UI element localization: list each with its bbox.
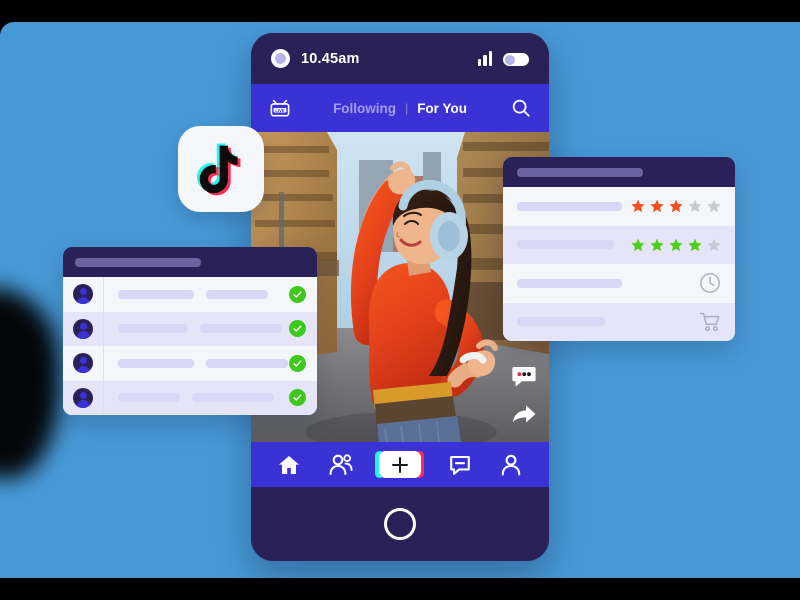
rating-row[interactable]	[503, 187, 735, 226]
tab-for-you[interactable]: For You	[417, 101, 467, 116]
info-row[interactable]	[503, 302, 735, 341]
row-divider	[103, 277, 104, 312]
check-icon	[289, 354, 306, 372]
phone-bottom-bezel	[251, 487, 549, 561]
check-icon	[289, 320, 306, 338]
row-label-placeholder	[517, 278, 622, 288]
table-row[interactable]	[63, 380, 317, 415]
check-icon	[289, 285, 306, 303]
status-time: 10.45am	[301, 50, 360, 67]
card-header	[63, 247, 317, 277]
tab-separator: |	[405, 101, 409, 115]
row-divider	[103, 346, 104, 381]
user-avatar-icon	[73, 387, 93, 408]
table-row[interactable]	[63, 346, 317, 381]
app-nav-bar: LIVE Following | For You	[251, 84, 549, 132]
phone-status-bar: 10.45am	[251, 33, 549, 84]
cell-placeholder	[118, 324, 188, 334]
tab-following[interactable]: Following	[333, 101, 396, 116]
row-cells	[118, 289, 268, 299]
row-cells	[118, 324, 282, 334]
row-cells	[118, 393, 274, 403]
table-row[interactable]	[63, 277, 317, 312]
star-icon-filled	[650, 199, 664, 213]
battery-icon	[503, 53, 529, 66]
tiktok-app-icon[interactable]	[178, 126, 264, 212]
home-icon[interactable]	[277, 453, 301, 477]
live-icon[interactable]: LIVE	[269, 98, 291, 118]
row-label-placeholder	[517, 201, 622, 211]
star-icon-filled	[631, 199, 645, 213]
clock-icon[interactable]	[699, 272, 721, 294]
user-avatar-icon	[73, 284, 93, 305]
star-icon-filled	[650, 238, 664, 252]
cell-placeholder	[118, 289, 194, 299]
camera-dot-icon	[271, 49, 290, 68]
cell-placeholder	[118, 358, 194, 368]
screenshot-stage: 10.45am LIVE Following | For You	[0, 0, 800, 600]
reviews-card	[503, 157, 735, 341]
check-icon	[289, 389, 306, 407]
app-tab-bar	[251, 442, 549, 487]
table-row[interactable]	[63, 311, 317, 346]
status-indicators	[477, 51, 529, 66]
star-rating[interactable]	[631, 199, 721, 213]
row-divider	[103, 311, 104, 346]
cell-placeholder	[206, 358, 288, 368]
star-icon-empty	[707, 199, 721, 213]
user-avatar-icon	[73, 318, 93, 339]
card-header	[503, 157, 735, 187]
share-arrow-icon[interactable]	[511, 402, 537, 428]
shopping-cart-icon[interactable]	[699, 311, 721, 333]
rating-row[interactable]	[503, 225, 735, 264]
create-plus-icon[interactable]	[375, 451, 425, 478]
signal-bars-icon	[477, 51, 492, 66]
home-button-circle[interactable]	[384, 508, 416, 540]
card-title-placeholder	[517, 167, 643, 177]
video-action-buttons	[511, 364, 537, 428]
star-icon-filled	[669, 238, 683, 252]
star-icon-filled	[669, 199, 683, 213]
search-icon[interactable]	[511, 98, 531, 118]
row-label-placeholder	[517, 240, 614, 250]
info-row[interactable]	[503, 264, 735, 303]
cell-placeholder	[206, 289, 268, 299]
cell-placeholder	[200, 324, 282, 334]
task-list-card	[63, 247, 317, 415]
friends-icon[interactable]	[328, 453, 353, 477]
card-title-placeholder	[75, 257, 201, 267]
cell-placeholder	[118, 393, 180, 403]
svg-text:LIVE: LIVE	[275, 108, 284, 113]
comment-bubble-icon[interactable]	[511, 364, 537, 390]
star-rating[interactable]	[631, 238, 721, 252]
profile-person-icon[interactable]	[499, 453, 523, 477]
tiktok-note-glyph	[196, 143, 241, 196]
star-icon-empty	[688, 199, 702, 213]
row-cells	[118, 358, 288, 368]
cell-placeholder	[192, 393, 274, 403]
feed-tabs: Following | For You	[251, 101, 549, 116]
user-avatar-icon	[73, 353, 93, 374]
row-divider	[103, 380, 104, 415]
row-label-placeholder	[517, 317, 605, 327]
star-icon-filled	[631, 238, 645, 252]
star-icon-empty	[707, 238, 721, 252]
star-icon-filled	[688, 238, 702, 252]
inbox-message-icon[interactable]	[448, 453, 472, 477]
